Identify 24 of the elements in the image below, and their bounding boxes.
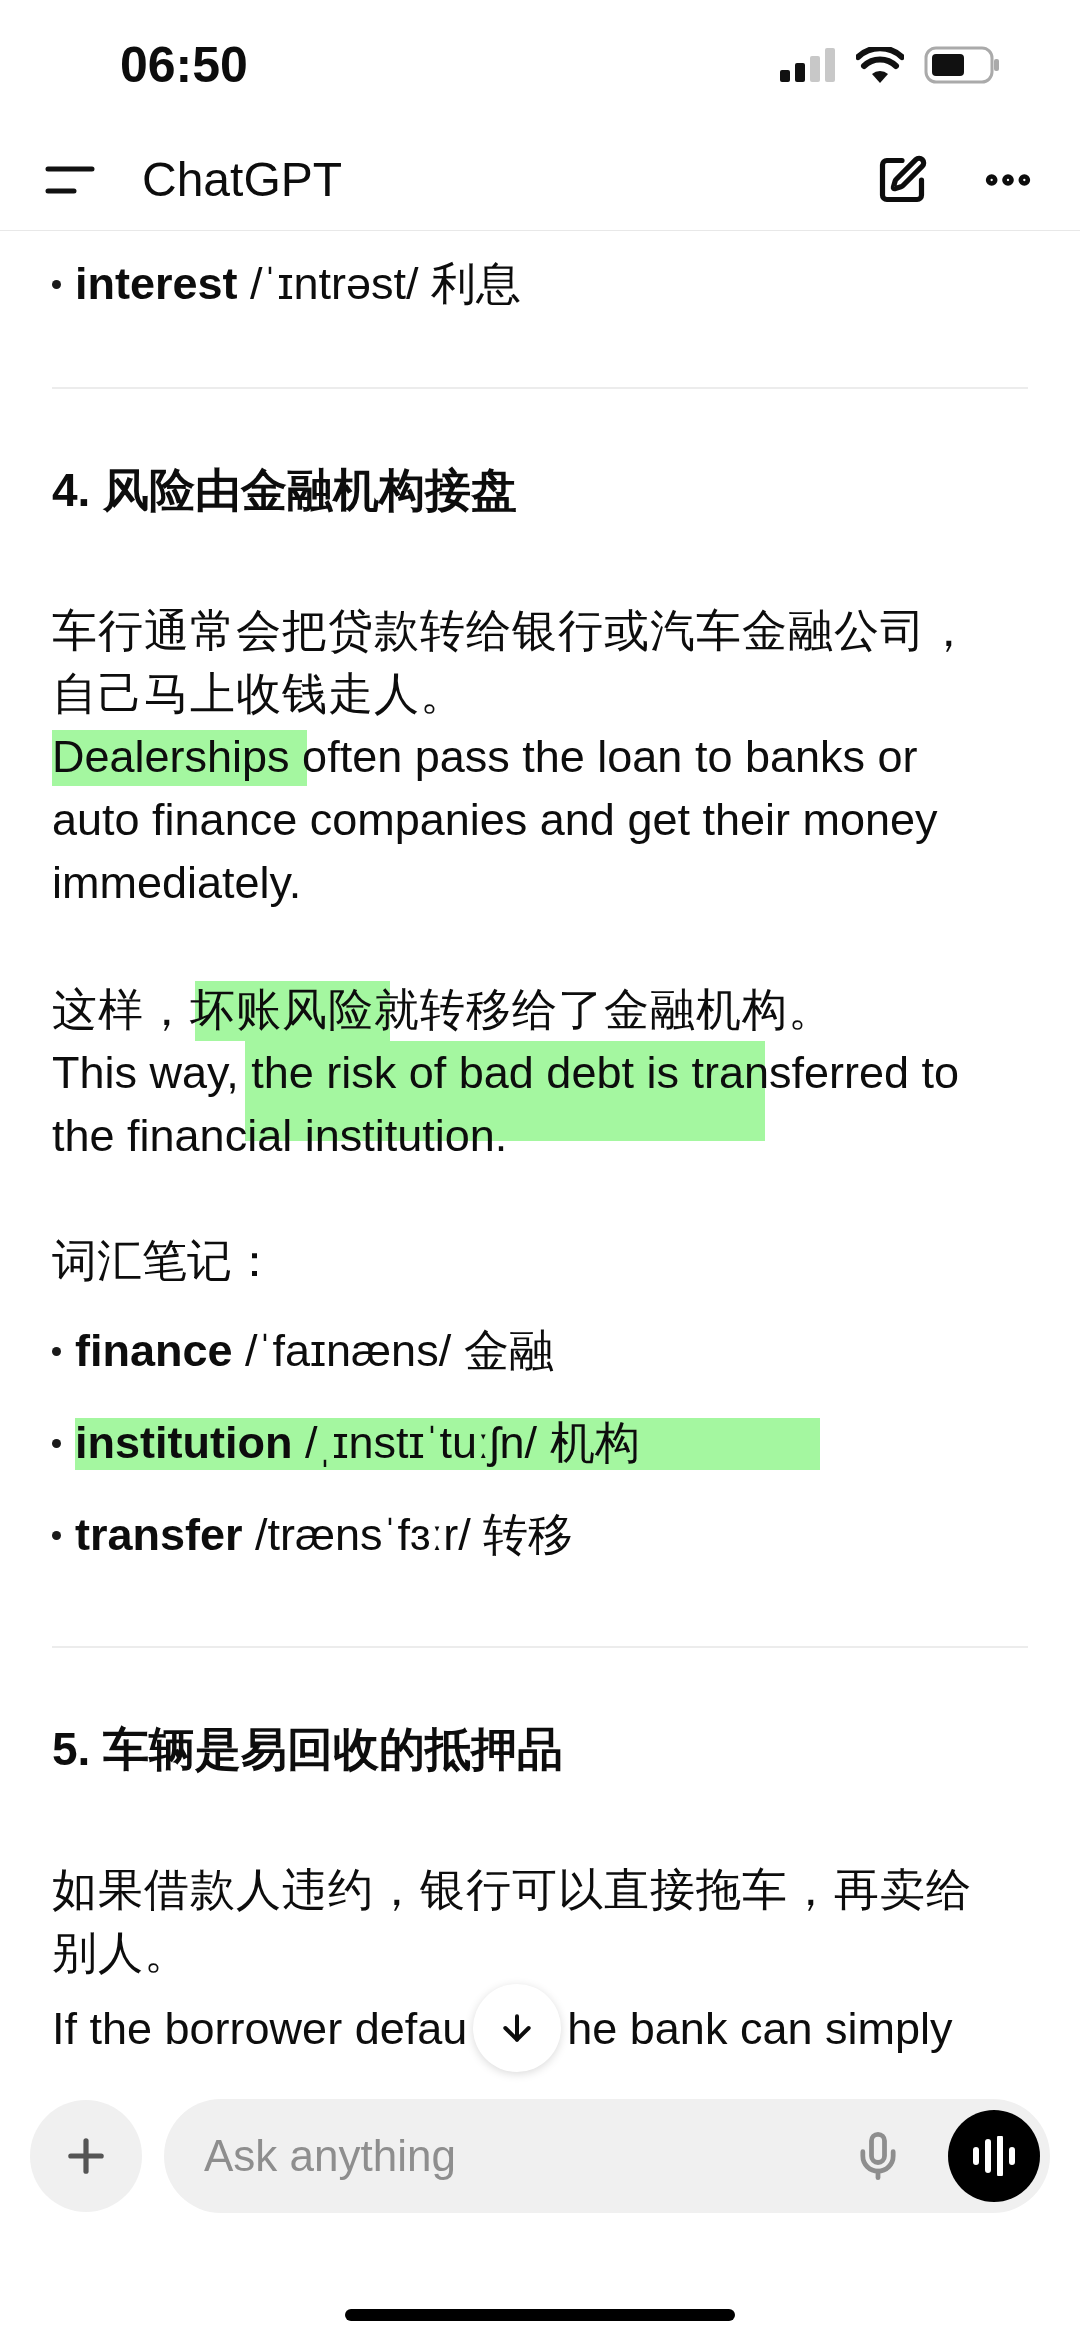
bullet-icon	[52, 1530, 61, 1540]
scroll-down-button[interactable]	[473, 1984, 562, 2072]
vocab-entry: finance /ˈfaɪnæns/ 金融	[75, 1324, 555, 1378]
section-heading: 5. 车辆是易回收的抵押品	[52, 1722, 565, 1777]
chinese-paragraph: 如果借款人违约，银行可以直接拖车，再卖给别人。	[52, 1863, 973, 1980]
vocab-entry: transfer /trænsˈfɜːr/ 转移	[75, 1508, 575, 1562]
section-heading: 4. 风险由金融机构接盘	[52, 463, 519, 518]
chinese-paragraph: 车行通常会把贷款转给银行或汽车金融公司，自己马上收钱走人。	[52, 604, 973, 721]
waveform-icon	[970, 2136, 1018, 2176]
bullet-icon	[52, 279, 61, 289]
message-input[interactable]: Ask anything	[164, 2099, 1050, 2213]
app-title: ChatGPT	[142, 152, 344, 208]
english-paragraph: he bank can simply	[567, 2001, 953, 2056]
wifi-icon	[856, 47, 904, 83]
english-paragraph: If the borrower defau	[52, 2001, 468, 2056]
vocab-entry: interest /ˈɪntrəst/ 利息	[75, 257, 523, 311]
notes-label: 词汇笔记：	[52, 1234, 278, 1288]
bullet-icon	[52, 1346, 61, 1356]
status-time: 06:50	[120, 35, 248, 95]
voice-mode-button[interactable]	[948, 2110, 1040, 2202]
battery-icon	[924, 46, 1000, 84]
message-field[interactable]: Ask anything	[204, 2123, 852, 2189]
bullet-icon	[52, 1438, 61, 1448]
signal-icon	[780, 48, 836, 82]
